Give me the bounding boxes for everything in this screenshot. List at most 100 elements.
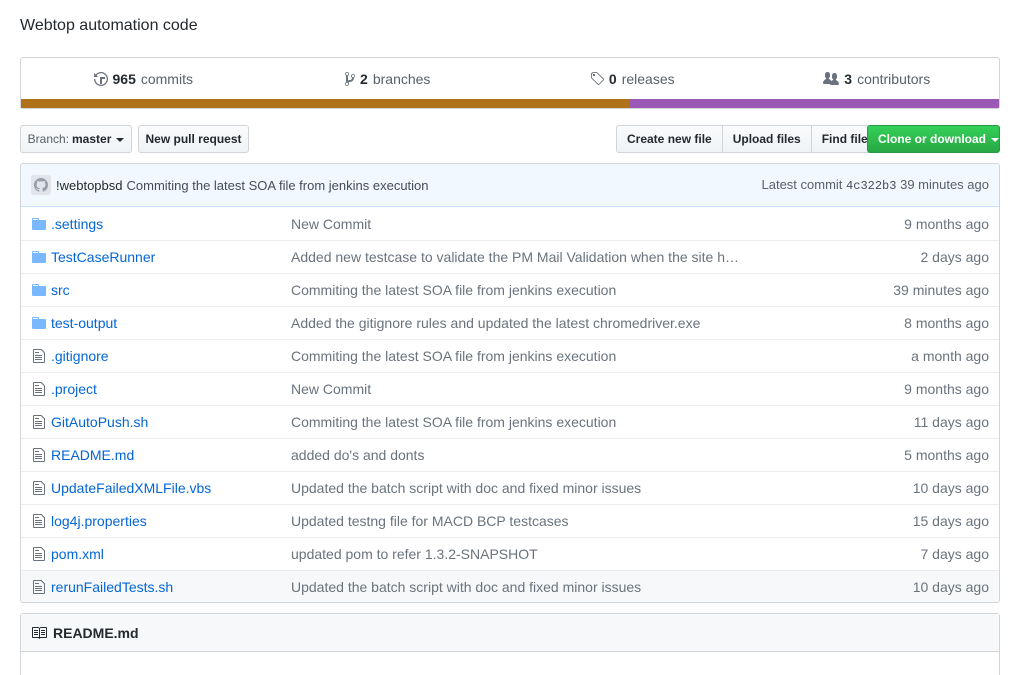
file-name-link[interactable]: README.md xyxy=(51,447,291,463)
file-row: pom.xml updated pom to refer 1.3.2-SNAPSH… xyxy=(21,537,999,570)
file-commit-message[interactable]: Updated the batch script with doc and fi… xyxy=(291,480,849,496)
file-name-link[interactable]: .gitignore xyxy=(51,348,291,364)
tag-icon xyxy=(590,72,604,86)
readme-box: README.md xyxy=(20,613,1000,675)
clone-label: Clone or download xyxy=(878,132,986,146)
file-text-icon xyxy=(31,513,47,529)
folder-icon xyxy=(31,249,47,265)
language-bar[interactable] xyxy=(21,99,999,108)
contributors-link[interactable]: 3 contributors xyxy=(755,71,1000,87)
file-name-link[interactable]: GitAutoPush.sh xyxy=(51,414,291,430)
file-age: 9 months ago xyxy=(904,381,989,397)
file-row: TestCaseRunner Added new testcase to vali… xyxy=(21,240,999,273)
file-row: test-output Added the gitignore rules and… xyxy=(21,306,999,339)
file-row: src Commiting the latest SOA file from je… xyxy=(21,273,999,306)
file-row: .settings New Commit 9 months ago xyxy=(21,207,999,240)
releases-label: releases xyxy=(621,71,675,87)
file-commit-message[interactable]: Added new testcase to validate the PM Ma… xyxy=(291,249,849,265)
file-age: 8 months ago xyxy=(904,315,989,331)
file-row: README.md added do's and donts 5 months ag… xyxy=(21,438,999,471)
file-row: log4j.properties Updated testng file for … xyxy=(21,504,999,537)
file-age: 10 days ago xyxy=(912,579,989,595)
folder-icon xyxy=(31,315,47,331)
file-age: 10 days ago xyxy=(912,480,989,496)
file-commit-message[interactable]: Updated the batch script with doc and fi… xyxy=(291,579,849,595)
file-row: .project New Commit 9 months ago xyxy=(21,372,999,405)
file-name-link[interactable]: .settings xyxy=(51,216,291,232)
branch-value: master xyxy=(72,132,112,146)
file-browser: !webtopbsd Commiting the latest SOA file… xyxy=(20,163,1000,603)
folder-icon xyxy=(31,282,47,298)
file-commit-message[interactable]: Added the gitignore rules and updated th… xyxy=(291,315,849,331)
book-icon xyxy=(32,626,47,639)
file-name-link[interactable]: UpdateFailedXMLFile.vbs xyxy=(51,480,291,496)
file-list: .settings New Commit 9 months ago TestCaseR… xyxy=(21,207,999,602)
commit-message[interactable]: Commiting the latest SOA file from jenki… xyxy=(127,178,429,193)
commit-sha[interactable]: 4c322b3 xyxy=(846,179,896,193)
file-text-icon xyxy=(31,447,47,463)
file-age: 9 months ago xyxy=(904,215,989,232)
repo-summary: 965 commits 2 branches 0 releases 3 cont… xyxy=(20,57,1000,109)
file-commit-message[interactable]: Commiting the latest SOA file from jenki… xyxy=(291,348,849,364)
file-name-link[interactable]: src xyxy=(51,282,291,298)
commits-count: 965 xyxy=(112,71,136,87)
clone-or-download-button[interactable]: Clone or download xyxy=(867,125,1000,153)
file-commit-message[interactable]: updated pom to refer 1.3.2-SNAPSHOT xyxy=(291,546,849,562)
branches-link[interactable]: 2 branches xyxy=(266,71,511,87)
file-commit-message[interactable]: Commiting the latest SOA file from jenki… xyxy=(291,282,849,298)
file-commit-message[interactable]: New Commit xyxy=(291,381,849,397)
file-text-icon xyxy=(31,348,47,364)
file-row: rerunFailedTests.sh Updated the batch scr… xyxy=(21,570,999,602)
file-age: 11 days ago xyxy=(913,414,989,430)
releases-link[interactable]: 0 releases xyxy=(510,71,755,87)
file-text-icon xyxy=(31,414,47,430)
commit-author[interactable]: !webtopbsd xyxy=(56,178,123,193)
file-age: a month ago xyxy=(911,348,989,364)
new-pull-request-button[interactable]: New pull request xyxy=(138,125,249,153)
github-mark-icon xyxy=(34,178,48,192)
upload-files-button[interactable]: Upload files xyxy=(721,125,812,153)
branches-label: branches xyxy=(372,71,431,87)
latest-commit-bar: !webtopbsd Commiting the latest SOA file… xyxy=(21,164,999,207)
avatar[interactable] xyxy=(31,175,51,195)
file-age: 5 months ago xyxy=(904,447,989,463)
file-age: 7 days ago xyxy=(920,546,990,562)
caret-down-icon xyxy=(991,137,999,142)
branch-select-button[interactable]: Branch: master xyxy=(20,125,132,153)
readme-header: README.md xyxy=(21,614,999,652)
file-age: 39 minutes ago xyxy=(893,282,989,298)
contributors-label: contributors xyxy=(857,71,931,87)
repo-description: Webtop automation code xyxy=(20,17,198,34)
file-name-link[interactable]: pom.xml xyxy=(51,546,291,562)
repo-page: Webtop automation code 965 commits 2 bra… xyxy=(0,0,1028,675)
file-row: GitAutoPush.sh Commiting the latest SOA f… xyxy=(21,405,999,438)
caret-down-icon xyxy=(116,137,125,142)
file-name-link[interactable]: test-output xyxy=(51,315,291,331)
create-new-file-button[interactable]: Create new file xyxy=(616,125,723,153)
file-age: 15 days ago xyxy=(912,513,989,529)
file-text-icon xyxy=(31,381,47,397)
latest-commit-prefix: Latest commit xyxy=(761,177,843,192)
file-navigation: Branch: master New pull request Create n… xyxy=(20,125,1000,153)
file-name-link[interactable]: .project xyxy=(51,381,291,397)
folder-icon xyxy=(31,216,47,232)
file-name-link[interactable]: rerunFailedTests.sh xyxy=(51,579,291,595)
contributors-count: 3 xyxy=(844,71,853,87)
branch-icon xyxy=(345,71,356,86)
file-name-link[interactable]: TestCaseRunner xyxy=(51,249,291,265)
file-row: UpdateFailedXMLFile.vbs Updated the batch… xyxy=(21,471,999,504)
commit-age: 39 minutes ago xyxy=(900,177,989,192)
readme-title: README.md xyxy=(53,624,139,641)
branch-prefix: Branch: xyxy=(27,132,69,146)
file-commit-message[interactable]: added do's and donts xyxy=(291,447,849,463)
file-commit-message[interactable]: Commiting the latest SOA file from jenki… xyxy=(291,414,849,430)
commits-link[interactable]: 965 commits xyxy=(21,71,266,87)
people-icon xyxy=(823,72,840,85)
language-segment xyxy=(630,99,999,108)
file-actions-group: Create new file Upload files Find file xyxy=(616,125,879,153)
file-commit-message[interactable]: New Commit xyxy=(291,216,849,232)
latest-commit-info: Latest commit 4c322b3 39 minutes ago xyxy=(762,177,990,193)
file-commit-message[interactable]: Updated testng file for MACD BCP testcas… xyxy=(291,513,849,529)
file-name-link[interactable]: log4j.properties xyxy=(51,513,291,529)
file-age: 2 days ago xyxy=(920,249,990,265)
